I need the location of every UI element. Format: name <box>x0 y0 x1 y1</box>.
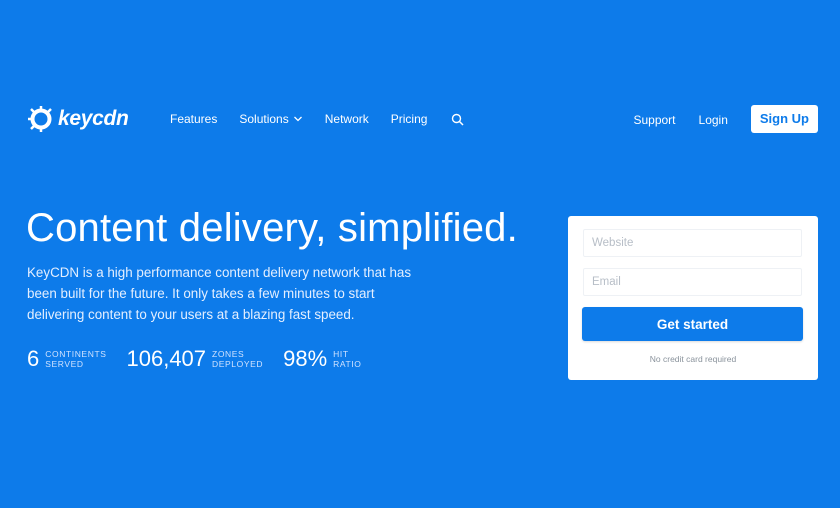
nav-network[interactable]: Network <box>325 112 369 126</box>
logo-wordmark: keycdn <box>58 107 129 130</box>
stat-label-line: DEPLOYED <box>212 359 264 369</box>
stat-label-line: CONTINENTS <box>45 349 107 359</box>
stat-zones: 106,407 ZONES DEPLOYED <box>127 346 264 372</box>
stat-value: 106,407 <box>126 346 207 371</box>
search-icon <box>452 113 464 126</box>
stat-value: 6 <box>27 346 40 371</box>
stat-label: ZONES DEPLOYED <box>212 349 263 369</box>
nav-pricing[interactable]: Pricing <box>391 112 428 126</box>
stat-hit-ratio: 98% HIT RATIO <box>283 346 361 372</box>
top-navigation: keycdn Features Solutions Network Pricin… <box>0 100 840 140</box>
logo-key-icon <box>28 106 52 132</box>
get-started-button[interactable]: Get started <box>582 307 803 341</box>
stat-continents: 6 CONTINENTS SERVED <box>27 346 107 372</box>
account-menu: Support Login Sign Up <box>633 105 818 133</box>
no-credit-card-note: No credit card required <box>649 354 737 364</box>
signup-button[interactable]: Sign Up <box>750 105 818 133</box>
stat-label-line: RATIO <box>333 359 362 369</box>
nav-login[interactable]: Login <box>699 113 728 127</box>
nav-solutions[interactable]: Solutions <box>239 112 302 126</box>
stat-label-line: SERVED <box>45 359 84 369</box>
keycdn-logo[interactable]: keycdn <box>26 104 129 134</box>
nav-features[interactable]: Features <box>170 112 217 126</box>
stat-value: 98% <box>283 346 328 371</box>
main-menu: Features Solutions Network Pricing <box>170 112 486 126</box>
stat-label: CONTINENTS SERVED <box>45 349 106 369</box>
email-input[interactable] <box>583 268 802 296</box>
chevron-down-icon <box>293 116 302 122</box>
nav-support[interactable]: Support <box>633 113 675 127</box>
nav-search[interactable] <box>449 113 464 126</box>
nav-solutions-label: Solutions <box>239 112 289 126</box>
stat-label-line: HIT <box>333 349 349 359</box>
signup-form: Get started No credit card required <box>568 216 818 380</box>
hero-title: Content delivery, simplified. <box>26 206 518 250</box>
website-input[interactable] <box>583 229 802 257</box>
hero-description: KeyCDN is a high performance content del… <box>27 265 412 322</box>
stat-label-line: ZONES <box>212 349 245 359</box>
stats-row: 6 CONTINENTS SERVED 106,407 ZONES DEPLOY… <box>27 346 382 372</box>
stat-label: HIT RATIO <box>333 349 361 369</box>
